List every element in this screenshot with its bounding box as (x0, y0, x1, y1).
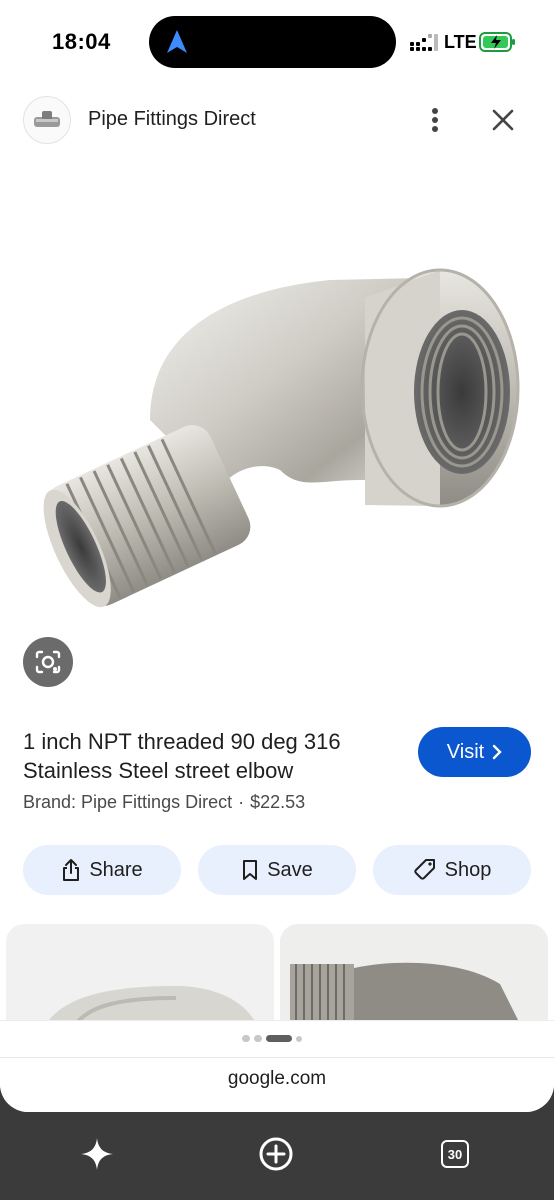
navigation-arrow-icon (167, 30, 187, 53)
related-elbow-image (280, 924, 548, 1024)
shop-label: Shop (444, 858, 492, 881)
footer-bar: google.com (0, 1020, 554, 1112)
pipe-elbow-image[interactable] (0, 160, 554, 630)
save-button[interactable]: Save (198, 845, 356, 895)
page-dot (242, 1035, 250, 1042)
tabs-icon: 30 (441, 1140, 469, 1168)
source-domain[interactable]: google.com (0, 1068, 554, 1090)
site-logo-icon (34, 111, 60, 127)
battery-charging-icon (479, 32, 515, 52)
signal-icon (410, 34, 438, 51)
related-image-2[interactable] (280, 924, 548, 1024)
share-label: Share (89, 858, 143, 881)
page-dot-active (266, 1035, 292, 1042)
footer-divider (0, 1057, 554, 1058)
site-logo[interactable] (23, 96, 71, 144)
network-label: LTE (444, 32, 477, 52)
add-circle-icon (259, 1137, 293, 1171)
dynamic-island (149, 16, 396, 68)
product-meta: Brand: Pipe Fittings Direct · $22.53 (23, 792, 305, 813)
product-brand: Brand: Pipe Fittings Direct (23, 792, 233, 812)
tabs-button[interactable]: 30 (435, 1134, 475, 1174)
save-label: Save (267, 858, 313, 881)
product-price: $22.53 (250, 792, 306, 812)
google-lens-button[interactable] (23, 637, 73, 687)
related-image-1[interactable] (6, 924, 274, 1024)
more-vert-icon (432, 108, 438, 132)
share-button[interactable]: Share (23, 845, 181, 895)
close-button[interactable] (486, 102, 520, 138)
lens-camera-icon (35, 650, 61, 674)
new-search-button[interactable] (256, 1134, 296, 1174)
related-elbow-image (46, 986, 256, 1024)
tag-icon (413, 859, 435, 880)
page-dot (254, 1035, 262, 1042)
result-sheet: 18:04 LTE Pipe Fittings Direct 1 inch NP… (0, 0, 554, 1112)
page-indicator (242, 1035, 302, 1042)
more-options-button[interactable] (420, 102, 450, 138)
visit-button[interactable]: Visit (418, 727, 531, 777)
shop-button[interactable]: Shop (373, 845, 531, 895)
site-name[interactable]: Pipe Fittings Direct (88, 108, 256, 131)
product-title[interactable]: 1 inch NPT threaded 90 deg 316 Stainless… (23, 727, 393, 785)
visit-label: Visit (446, 740, 485, 763)
meta-separator: · (238, 792, 245, 812)
close-icon (492, 109, 514, 131)
status-time: 18:04 (52, 29, 111, 54)
share-icon (63, 859, 80, 881)
chevron-right-icon (493, 744, 502, 760)
page-dot (296, 1035, 302, 1042)
ai-sparkle-button[interactable] (77, 1134, 117, 1174)
bookmark-icon (243, 860, 258, 880)
sparkle-icon (81, 1138, 113, 1170)
